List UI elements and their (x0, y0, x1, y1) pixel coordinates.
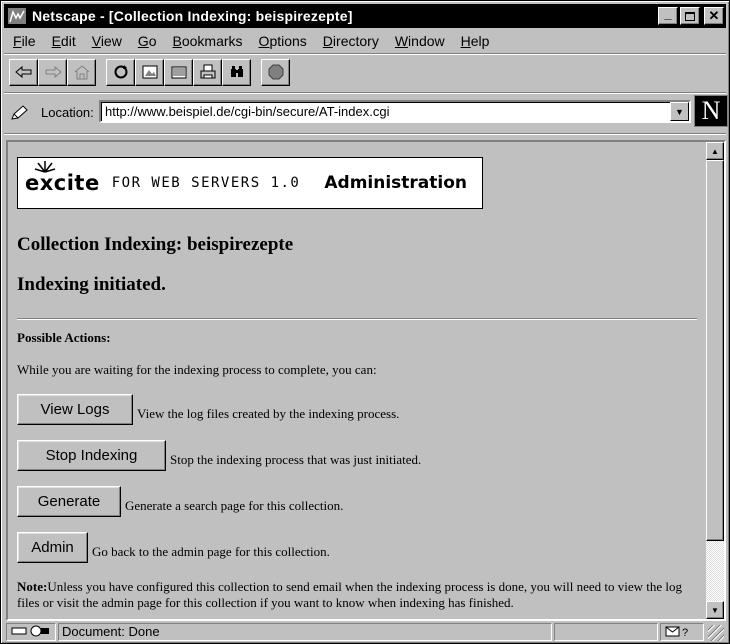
stop-indexing-button[interactable]: Stop Indexing (17, 440, 166, 471)
find-icon (230, 66, 243, 77)
images-icon (142, 65, 157, 79)
location-dropdown-button[interactable]: ▼ (670, 102, 689, 121)
stop-button[interactable] (261, 58, 290, 86)
status-text: Document: Done (58, 623, 552, 641)
menu-options[interactable]: Options (250, 33, 314, 49)
netscape-logo[interactable]: N (694, 95, 728, 127)
back-icon (14, 65, 31, 79)
resize-grip-icon[interactable] (708, 625, 724, 641)
mail-icon: ? (665, 626, 688, 639)
browser-window: Netscape - [Collection Indexing: beispir… (0, 0, 730, 644)
find-button[interactable] (222, 58, 251, 86)
actions-heading: Possible Actions: (17, 330, 111, 345)
broken-key-icon (11, 625, 49, 637)
view-logs-description: View the log files created by the indexi… (137, 406, 400, 421)
reload-button[interactable] (106, 58, 135, 86)
menu-bar: File Edit View Go Bookmarks Options Dire… (4, 30, 726, 52)
netscape-app-icon[interactable] (8, 8, 26, 24)
menu-bookmarks[interactable]: Bookmarks (164, 33, 250, 49)
back-button[interactable] (9, 58, 38, 86)
intro-text: While you are waiting for the indexing p… (17, 362, 377, 377)
location-divider (4, 133, 726, 135)
chevron-down-icon: ▼ (675, 106, 684, 117)
close-button[interactable]: ✕ (704, 7, 724, 25)
menu-file[interactable]: File (4, 33, 43, 49)
note-paragraph: Note:Unless you have configured this col… (17, 579, 699, 611)
home-button[interactable] (67, 58, 96, 86)
stop-icon (268, 64, 283, 80)
toolbar (9, 57, 300, 87)
admin-description: Go back to the admin page for this colle… (92, 544, 330, 559)
excite-logo: excite (25, 161, 100, 195)
location-input[interactable]: http://www.beispiel.de/cgi-bin/secure/AT… (99, 100, 691, 123)
print-icon (200, 64, 215, 79)
open-button[interactable] (164, 58, 193, 86)
window-title: Netscape - [Collection Indexing: beispir… (32, 8, 353, 24)
mail-indicator[interactable]: ? (660, 623, 704, 641)
location-label: Location: (41, 105, 94, 120)
scroll-down-button[interactable]: ▼ (706, 601, 724, 619)
svg-text:?: ? (682, 627, 688, 638)
page-content: excite FOR WEB SERVERS 1.0 Administratio… (8, 142, 706, 619)
scroll-up-button[interactable]: ▲ (706, 142, 724, 160)
note-label: Note: (17, 579, 48, 594)
generate-description: Generate a search page for this collecti… (125, 498, 344, 513)
excite-sparkle-icon (34, 161, 56, 173)
menu-divider (4, 53, 726, 55)
vertical-scrollbar[interactable]: ▲ ▼ (706, 142, 724, 619)
toolbar-divider (4, 92, 726, 94)
menu-window[interactable]: Window (386, 33, 452, 49)
arrow-up-icon: ▲ (711, 146, 719, 156)
stop-indexing-description: Stop the indexing process that was just … (170, 452, 422, 467)
note-text: Unless you have configured this collecti… (17, 579, 683, 610)
location-bar: Location: http://www.beispiel.de/cgi-bin… (4, 95, 728, 129)
menu-help[interactable]: Help (452, 33, 497, 49)
maximize-button[interactable] (680, 7, 700, 25)
banner-administration: Administration (324, 173, 468, 193)
reload-icon (114, 65, 127, 79)
excite-banner: excite FOR WEB SERVERS 1.0 Administratio… (17, 157, 483, 209)
minimize-button[interactable]: _ (658, 5, 678, 25)
title-bar[interactable]: Netscape - [Collection Indexing: beispir… (4, 4, 726, 28)
menu-directory[interactable]: Directory (314, 33, 386, 49)
page-title: Collection Indexing: beispirezepte (17, 234, 294, 255)
view-logs-button[interactable]: View Logs (17, 394, 133, 425)
status-heading: Indexing initiated. (17, 274, 166, 295)
menu-go[interactable]: Go (129, 33, 164, 49)
status-bar: Document: Done ? (4, 621, 726, 642)
horizontal-rule (17, 318, 697, 320)
menu-view[interactable]: View (83, 33, 129, 49)
images-button[interactable] (135, 58, 164, 86)
security-indicator[interactable] (6, 623, 56, 641)
scroll-thumb[interactable] (706, 160, 724, 541)
banner-subtitle: FOR WEB SERVERS 1.0 (111, 175, 301, 191)
minimize-icon: _ (664, 5, 672, 21)
close-icon: ✕ (708, 8, 720, 23)
admin-button[interactable]: Admin (17, 532, 88, 563)
arrow-down-icon: ▼ (711, 605, 719, 615)
home-icon (74, 65, 89, 80)
print-button[interactable] (193, 58, 222, 86)
generate-button[interactable]: Generate (17, 486, 121, 517)
bookmark-link-icon[interactable] (10, 104, 30, 125)
maximize-icon (685, 11, 695, 21)
content-frame: excite FOR WEB SERVERS 1.0 Administratio… (6, 140, 726, 621)
forward-button[interactable] (38, 58, 67, 86)
forward-icon (45, 65, 62, 79)
progress-area (554, 623, 658, 641)
open-icon (171, 66, 186, 79)
menu-edit[interactable]: Edit (43, 33, 83, 49)
